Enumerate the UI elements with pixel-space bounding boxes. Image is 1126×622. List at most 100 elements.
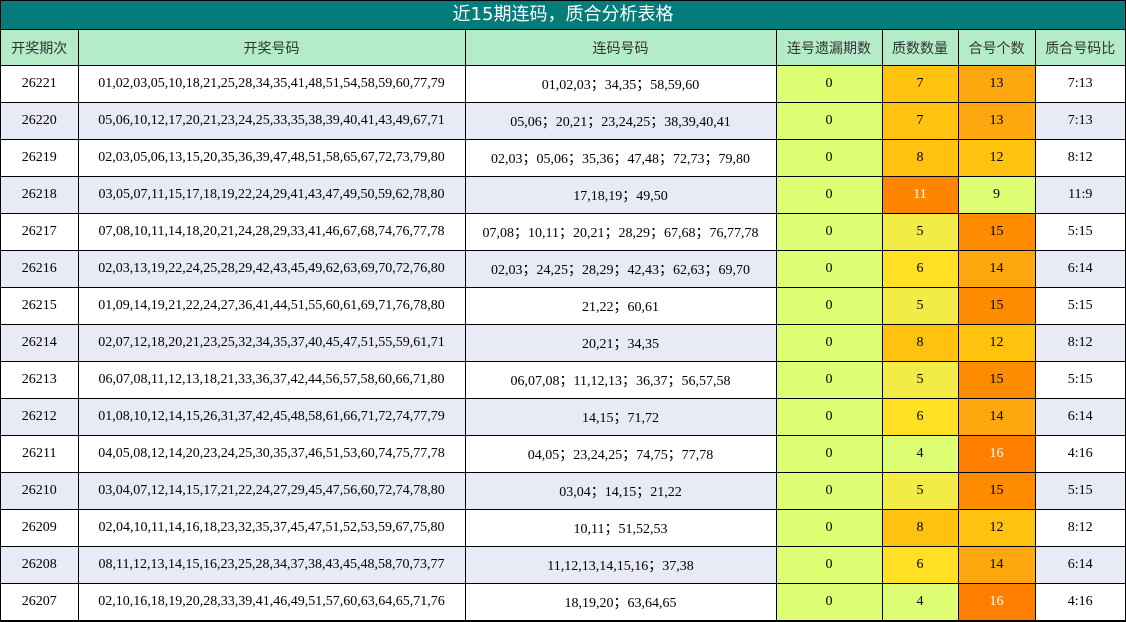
cell-issue: 26220 xyxy=(1,102,79,140)
lottery-analysis-table: 近15期连码，质合分析表格 开奖期次 开奖号码 连码号码 连号遗漏期数 质数数量… xyxy=(0,0,1126,622)
cell-draw-numbers: 02,07,12,18,20,21,23,25,32,34,35,37,40,4… xyxy=(77,324,466,362)
cell-composite-count: 16 xyxy=(957,583,1036,621)
cell-consecutive-numbers: 02,03；24,25；28,29；42,43；62,63；69,70 xyxy=(464,250,777,288)
cell-consecutive-numbers: 01,02,03；34,35；58,59,60 xyxy=(464,65,777,103)
cell-prime-count: 11 xyxy=(881,176,959,214)
table-row: 26217 07,08,10,11,14,18,20,21,24,28,29,33… xyxy=(1,213,1125,251)
cell-draw-numbers: 04,05,08,12,14,20,23,24,25,30,35,37,46,5… xyxy=(77,435,466,473)
cell-consecutive-numbers: 07,08；10,11；20,21；28,29；67,68；76,77,78 xyxy=(464,213,777,251)
cell-issue: 26208 xyxy=(1,546,79,584)
cell-ratio: 7:13 xyxy=(1034,102,1125,140)
cell-consecutive-numbers: 04,05；23,24,25；74,75；77,78 xyxy=(464,435,777,473)
cell-composite-count: 14 xyxy=(957,398,1036,436)
table-row: 26208 08,11,12,13,14,15,16,23,25,28,34,37… xyxy=(1,546,1125,584)
cell-composite-count: 14 xyxy=(957,250,1036,288)
cell-consecutive-numbers: 02,03；05,06；35,36；47,48；72,73；79,80 xyxy=(464,139,777,177)
header-composite-count: 合号个数 xyxy=(957,30,1036,66)
cell-prime-count: 6 xyxy=(881,250,959,288)
cell-composite-count: 15 xyxy=(957,472,1036,510)
cell-prime-count: 5 xyxy=(881,361,959,399)
cell-consecutive-numbers: 17,18,19；49,50 xyxy=(464,176,777,214)
cell-issue: 26207 xyxy=(1,583,79,621)
cell-ratio: 5:15 xyxy=(1034,361,1125,399)
header-numbers: 开奖号码 xyxy=(77,30,466,66)
table-row: 26213 06,07,08,11,12,13,18,21,33,36,37,42… xyxy=(1,361,1125,399)
cell-consecutive-numbers: 18,19,20；63,64,65 xyxy=(464,583,777,621)
cell-ratio: 4:16 xyxy=(1034,435,1125,473)
cell-draw-numbers: 02,10,16,18,19,20,28,33,39,41,46,49,51,5… xyxy=(77,583,466,621)
table-row: 26209 02,04,10,11,14,16,18,23,32,35,37,45… xyxy=(1,509,1125,547)
cell-draw-numbers: 08,11,12,13,14,15,16,23,25,28,34,37,38,4… xyxy=(77,546,466,584)
table-row: 26221 01,02,03,05,10,18,21,25,28,34,35,41… xyxy=(1,65,1125,103)
cell-ratio: 6:14 xyxy=(1034,398,1125,436)
cell-prime-count: 8 xyxy=(881,324,959,362)
cell-miss-count: 0 xyxy=(775,546,883,584)
cell-issue: 26219 xyxy=(1,139,79,177)
cell-miss-count: 0 xyxy=(775,509,883,547)
cell-miss-count: 0 xyxy=(775,361,883,399)
cell-prime-count: 7 xyxy=(881,102,959,140)
cell-miss-count: 0 xyxy=(775,176,883,214)
cell-prime-count: 6 xyxy=(881,398,959,436)
cell-ratio: 8:12 xyxy=(1034,139,1125,177)
header-row: 开奖期次 开奖号码 连码号码 连号遗漏期数 质数数量 合号个数 质合号码比 xyxy=(1,30,1125,66)
table-row: 26215 01,09,14,19,21,22,24,27,36,41,44,51… xyxy=(1,287,1125,325)
cell-draw-numbers: 05,06,10,12,17,20,21,23,24,25,33,35,38,3… xyxy=(77,102,466,140)
cell-miss-count: 0 xyxy=(775,65,883,103)
cell-prime-count: 8 xyxy=(881,509,959,547)
cell-composite-count: 15 xyxy=(957,287,1036,325)
cell-miss-count: 0 xyxy=(775,250,883,288)
cell-prime-count: 5 xyxy=(881,472,959,510)
cell-composite-count: 16 xyxy=(957,435,1036,473)
cell-composite-count: 12 xyxy=(957,324,1036,362)
cell-miss-count: 0 xyxy=(775,398,883,436)
header-prime-count: 质数数量 xyxy=(881,30,959,66)
cell-consecutive-numbers: 21,22；60,61 xyxy=(464,287,777,325)
cell-miss-count: 0 xyxy=(775,139,883,177)
cell-draw-numbers: 03,04,07,12,14,15,17,21,22,24,27,29,45,4… xyxy=(77,472,466,510)
cell-miss-count: 0 xyxy=(775,435,883,473)
cell-draw-numbers: 01,08,10,12,14,15,26,31,37,42,45,48,58,6… xyxy=(77,398,466,436)
cell-issue: 26216 xyxy=(1,250,79,288)
cell-prime-count: 8 xyxy=(881,139,959,177)
cell-ratio: 7:13 xyxy=(1034,65,1125,103)
table-row: 26211 04,05,08,12,14,20,23,24,25,30,35,37… xyxy=(1,435,1125,473)
table-row: 26219 02,03,05,06,13,15,20,35,36,39,47,48… xyxy=(1,139,1125,177)
cell-prime-count: 7 xyxy=(881,65,959,103)
cell-miss-count: 0 xyxy=(775,287,883,325)
cell-issue: 26210 xyxy=(1,472,79,510)
cell-issue: 26218 xyxy=(1,176,79,214)
header-ratio: 质合号码比 xyxy=(1034,30,1125,66)
cell-miss-count: 0 xyxy=(775,472,883,510)
analysis-table: 开奖期次 开奖号码 连码号码 连号遗漏期数 质数数量 合号个数 质合号码比 26… xyxy=(1,30,1125,621)
cell-composite-count: 13 xyxy=(957,65,1036,103)
cell-ratio: 5:15 xyxy=(1034,472,1125,510)
cell-consecutive-numbers: 10,11；51,52,53 xyxy=(464,509,777,547)
cell-consecutive-numbers: 20,21；34,35 xyxy=(464,324,777,362)
cell-issue: 26213 xyxy=(1,361,79,399)
table-row: 26210 03,04,07,12,14,15,17,21,22,24,27,29… xyxy=(1,472,1125,510)
table-row: 26212 01,08,10,12,14,15,26,31,37,42,45,48… xyxy=(1,398,1125,436)
header-miss: 连号遗漏期数 xyxy=(775,30,883,66)
table-row: 26216 02,03,13,19,22,24,25,28,29,42,43,45… xyxy=(1,250,1125,288)
table-row: 26218 03,05,07,11,15,17,18,19,22,24,29,41… xyxy=(1,176,1125,214)
cell-consecutive-numbers: 03,04；14,15；21,22 xyxy=(464,472,777,510)
cell-draw-numbers: 02,03,05,06,13,15,20,35,36,39,47,48,51,5… xyxy=(77,139,466,177)
cell-miss-count: 0 xyxy=(775,102,883,140)
cell-miss-count: 0 xyxy=(775,583,883,621)
cell-composite-count: 12 xyxy=(957,509,1036,547)
cell-ratio: 11:9 xyxy=(1034,176,1125,214)
header-issue: 开奖期次 xyxy=(1,30,79,66)
cell-issue: 26212 xyxy=(1,398,79,436)
cell-issue: 26211 xyxy=(1,435,79,473)
cell-ratio: 6:14 xyxy=(1034,546,1125,584)
table-row: 26214 02,07,12,18,20,21,23,25,32,34,35,37… xyxy=(1,324,1125,362)
cell-composite-count: 9 xyxy=(957,176,1036,214)
cell-draw-numbers: 07,08,10,11,14,18,20,21,24,28,29,33,41,4… xyxy=(77,213,466,251)
cell-ratio: 5:15 xyxy=(1034,287,1125,325)
cell-prime-count: 4 xyxy=(881,435,959,473)
cell-draw-numbers: 01,02,03,05,10,18,21,25,28,34,35,41,48,5… xyxy=(77,65,466,103)
cell-consecutive-numbers: 14,15；71,72 xyxy=(464,398,777,436)
cell-prime-count: 5 xyxy=(881,287,959,325)
cell-composite-count: 12 xyxy=(957,139,1036,177)
